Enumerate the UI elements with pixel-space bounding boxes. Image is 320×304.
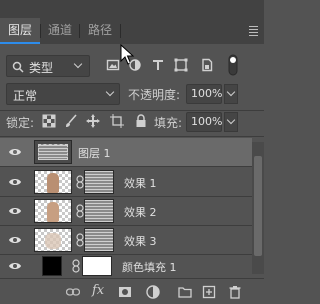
- chevron-down-icon: [73, 59, 83, 69]
- tab-channels[interactable]: 通道: [41, 18, 79, 44]
- layer-row[interactable]: 效果 1: [0, 168, 252, 196]
- new-layer-icon[interactable]: [202, 285, 216, 299]
- opacity-input[interactable]: 100%: [186, 84, 222, 104]
- layer-name: 图层 1: [78, 147, 111, 160]
- layers-scrollbar[interactable]: [252, 142, 264, 274]
- eye-visibility-icon[interactable]: [8, 235, 22, 245]
- panel-tab-bar: 图层 通道 路径: [0, 0, 264, 44]
- filter-kind-label: 类型: [29, 61, 54, 75]
- divider: [0, 110, 264, 111]
- mask-link-icon[interactable]: [72, 259, 80, 273]
- lock-image-pixels-icon[interactable]: [64, 114, 78, 128]
- layer-image-thumbnail: [34, 199, 72, 223]
- tab-layers[interactable]: 图层: [0, 18, 40, 44]
- eye-visibility-icon[interactable]: [8, 147, 22, 157]
- blend-mode-select[interactable]: 正常: [6, 83, 120, 105]
- type-filter-icon[interactable]: [151, 58, 165, 72]
- layer-mask-thumbnail[interactable]: [84, 199, 114, 223]
- lock-position-icon[interactable]: [86, 114, 100, 128]
- lock-label: 锁定:: [6, 116, 35, 130]
- tab-paths[interactable]: 路径: [80, 18, 120, 44]
- eye-visibility-icon[interactable]: [8, 206, 22, 216]
- shape-filter-icon[interactable]: [174, 58, 188, 72]
- scrollbar-thumb[interactable]: [254, 156, 262, 256]
- opacity-slider-button[interactable]: [224, 84, 238, 104]
- divider: [0, 166, 264, 167]
- eye-visibility-icon[interactable]: [8, 177, 22, 187]
- layer-name: 效果 2: [124, 206, 157, 219]
- divider: [0, 136, 264, 137]
- adjustment-icon[interactable]: [146, 285, 160, 299]
- layer-image-thumbnail: [34, 228, 72, 252]
- fill-input[interactable]: 100%: [186, 112, 222, 132]
- layer-row[interactable]: 图层 1: [0, 138, 252, 166]
- tab-separator: [120, 24, 121, 38]
- lock-all-icon[interactable]: [134, 114, 148, 128]
- blend-mode-value: 正常: [13, 89, 38, 103]
- layer-mask-thumbnail[interactable]: [82, 256, 112, 276]
- group-folder-icon[interactable]: [178, 285, 192, 299]
- layer-mask-thumbnail[interactable]: [84, 170, 114, 194]
- panel-menu-icon[interactable]: [249, 26, 258, 38]
- opacity-label: 不透明度:: [128, 88, 181, 102]
- lock-transparent-pixels-icon[interactable]: [42, 114, 56, 128]
- layer-image-thumbnail: [34, 170, 72, 194]
- layer-name: 效果 3: [124, 235, 157, 248]
- chevron-down-icon: [226, 115, 236, 125]
- layer-mask-thumbnail[interactable]: [84, 228, 114, 252]
- mask-link-icon[interactable]: [76, 233, 84, 247]
- fill-slider-button[interactable]: [224, 112, 238, 132]
- chevron-down-icon: [226, 87, 236, 97]
- layer-row[interactable]: 颜色填充 1: [0, 254, 252, 278]
- mask-icon[interactable]: [118, 285, 132, 299]
- image-filter-icon[interactable]: [106, 58, 120, 72]
- link-icon[interactable]: [66, 285, 80, 299]
- mask-link-icon[interactable]: [76, 204, 84, 218]
- fx-icon[interactable]: fx: [92, 283, 104, 298]
- fill-color-swatch[interactable]: [42, 256, 62, 276]
- fill-label: 填充:: [154, 116, 183, 130]
- adjustment-filter-icon[interactable]: [128, 58, 142, 72]
- search-icon: [12, 61, 24, 73]
- smart-object-filter-icon[interactable]: [200, 58, 214, 72]
- filter-toggle-icon[interactable]: [228, 54, 238, 76]
- layer-row[interactable]: 效果 2: [0, 197, 252, 225]
- trash-icon[interactable]: [228, 285, 242, 299]
- layer-name: 效果 1: [124, 177, 157, 190]
- layer-row[interactable]: 效果 3: [0, 226, 252, 254]
- mask-link-icon[interactable]: [76, 175, 84, 189]
- layer-name: 颜色填充 1: [122, 261, 177, 274]
- filter-kind-select[interactable]: 类型: [6, 55, 90, 77]
- eye-visibility-icon[interactable]: [8, 261, 22, 271]
- layers-bottom-toolbar: fx: [0, 278, 264, 304]
- layer-thumbnail: [34, 140, 72, 164]
- chevron-down-icon: [105, 87, 115, 97]
- lock-artboard-icon[interactable]: [110, 114, 124, 128]
